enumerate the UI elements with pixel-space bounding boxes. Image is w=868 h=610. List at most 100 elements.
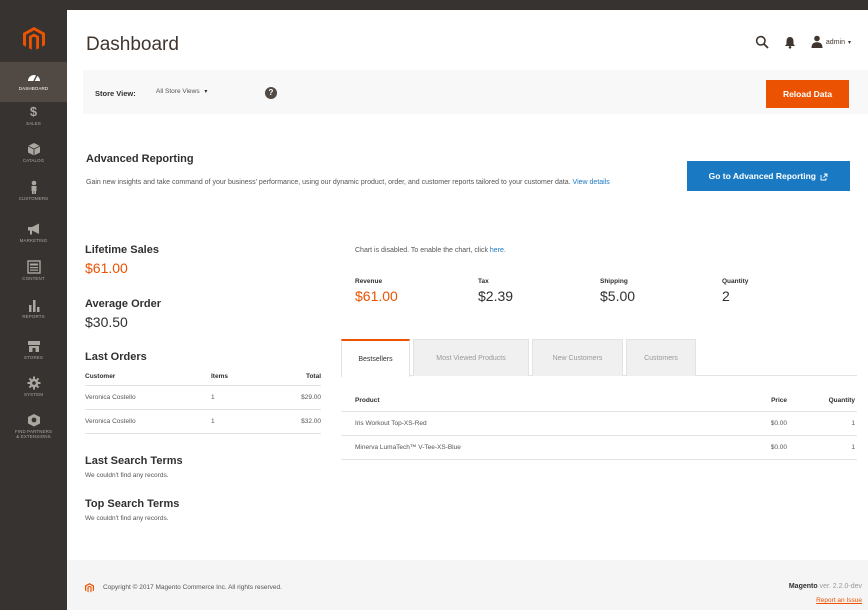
user-icon[interactable]	[811, 35, 823, 49]
total-shipping: Shipping $5.00	[600, 278, 635, 304]
reload-data-button[interactable]: Reload Data	[766, 80, 849, 108]
page-title: Dashboard	[86, 34, 179, 55]
column-header-total: Total	[281, 368, 321, 386]
chart-disabled-message: Chart is disabled. To enable the chart, …	[355, 247, 506, 254]
order-total: $29.00	[281, 385, 321, 410]
order-items: 1	[211, 385, 281, 410]
sidebar-item-label: DASHBOARD	[18, 86, 49, 91]
table-row[interactable]: Veronica Costello 1 $29.00	[85, 385, 321, 410]
last-orders-title: Last Orders	[85, 351, 147, 363]
bestsellers-table: Product Price Quantity Iris Workout Top-…	[341, 391, 857, 460]
average-order-label: Average Order	[85, 298, 162, 310]
sidebar-item-system[interactable]: SYSTEM	[0, 376, 67, 416]
view-details-link[interactable]: View details	[573, 179, 610, 186]
order-total: $32.00	[281, 409, 321, 434]
total-label: Tax	[478, 278, 489, 285]
product-quantity: 1	[787, 435, 857, 460]
last-search-terms-title: Last Search Terms	[85, 455, 183, 467]
sidebar-item-label: & EXTENSIONS	[16, 434, 51, 439]
advanced-reporting-button-label: Go to Advanced Reporting	[708, 171, 816, 181]
advanced-reporting-button[interactable]: Go to Advanced Reporting	[687, 161, 850, 191]
tab-new-customers[interactable]: New Customers	[532, 339, 623, 376]
partners-icon	[27, 414, 40, 427]
average-order-value: $30.50	[85, 314, 128, 330]
total-label: Revenue	[355, 278, 383, 285]
dashboard-tabs: Bestsellers Most Viewed Products New Cus…	[341, 339, 857, 377]
top-bar	[0, 0, 868, 10]
sidebar-item-label: SALES	[25, 121, 41, 126]
lifetime-sales-label: Lifetime Sales	[85, 244, 159, 256]
column-header-customer: Customer	[85, 368, 211, 386]
total-tax: Tax $2.39	[478, 278, 513, 304]
store-view-switcher[interactable]: All Store Views ▾	[156, 88, 207, 95]
product-price: $0.00	[727, 411, 787, 436]
sidebar-item-customers[interactable]: CUSTOMERS	[0, 180, 67, 220]
cube-icon	[27, 143, 40, 156]
chevron-down-icon[interactable]: ▾	[848, 39, 851, 46]
sidebar-item-label: CUSTOMERS	[18, 196, 49, 201]
table-row[interactable]: Minerva LumaTech™ V-Tee-XS-Blue $0.00 1	[341, 435, 857, 460]
store-view-label: Store View:	[95, 89, 136, 98]
total-label: Shipping	[600, 278, 628, 285]
sidebar-item-label: SYSTEM	[23, 392, 44, 397]
sidebar-item-reports[interactable]: REPORTS	[0, 298, 67, 338]
store-icon	[27, 341, 40, 352]
person-icon	[31, 180, 36, 194]
version-text: ver. 2.2.0-dev	[819, 583, 862, 590]
dashboard-icon	[27, 74, 40, 82]
product-name: Minerva LumaTech™ V-Tee-XS-Blue	[341, 435, 727, 460]
order-customer: Veronica Costello	[85, 385, 211, 410]
store-view-selected: All Store Views	[156, 88, 200, 95]
tab-bestsellers[interactable]: Bestsellers	[341, 339, 410, 377]
sidebar-item-marketing[interactable]: MARKETING	[0, 222, 67, 262]
magento-logo-icon[interactable]	[23, 27, 45, 51]
product-name: Iris Workout Top-XS-Red	[341, 411, 727, 436]
magento-version: Magento ver. 2.2.0-dev	[789, 583, 862, 590]
table-row[interactable]: Iris Workout Top-XS-Red $0.00 1	[341, 411, 857, 436]
search-icon[interactable]	[755, 35, 769, 49]
order-items: 1	[211, 409, 281, 434]
page-footer: Copyright © 2017 Magento Commerce Inc. A…	[67, 560, 868, 610]
layout-icon	[26, 260, 41, 274]
sidebar-item-label: MARKETING	[19, 238, 48, 243]
main-content: Dashboard admin ▾ Store View: All Store …	[67, 10, 868, 610]
sidebar-item-label: CONTENT	[22, 276, 45, 281]
sidebar-item-content[interactable]: CONTENT	[0, 260, 67, 300]
sidebar-item-catalog[interactable]: CATALOG	[0, 142, 67, 182]
external-link-icon	[820, 173, 828, 181]
store-view-bar: Store View: All Store Views ▾ ?	[83, 70, 868, 114]
sidebar-item-label: REPORTS	[22, 314, 45, 319]
admin-user-label[interactable]: admin	[826, 39, 845, 46]
enable-chart-link[interactable]: here.	[490, 247, 506, 254]
sidebar-item-label: STORES	[23, 355, 44, 360]
total-value: 2	[722, 288, 730, 304]
column-header-price: Price	[727, 391, 787, 412]
brand-name: Magento	[788, 583, 818, 590]
bell-icon[interactable]	[783, 35, 797, 49]
product-price: $0.00	[727, 435, 787, 460]
report-issue-link[interactable]: Report an Issue	[816, 597, 862, 604]
bar-chart-icon	[28, 300, 39, 312]
gear-icon	[27, 376, 40, 390]
table-row[interactable]: Veronica Costello 1 $32.00	[85, 409, 321, 434]
total-value: $61.00	[355, 288, 398, 304]
help-icon[interactable]: ?	[265, 87, 277, 99]
total-revenue: Revenue $61.00	[355, 278, 398, 304]
table-header-row: Customer Items Total	[85, 368, 321, 386]
copyright-text: Copyright © 2017 Magento Commerce Inc. A…	[103, 584, 282, 591]
total-value: $5.00	[600, 288, 636, 304]
sidebar-item-dashboard[interactable]: DASHBOARD	[0, 62, 67, 102]
tab-most-viewed-products[interactable]: Most Viewed Products	[413, 339, 529, 376]
top-search-terms-title: Top Search Terms	[85, 498, 180, 510]
tab-customers[interactable]: Customers	[626, 339, 696, 376]
product-quantity: 1	[787, 411, 857, 436]
sidebar-item-find-partners[interactable]: FIND PARTNERS & EXTENSIONS	[0, 413, 67, 463]
sidebar-item-sales[interactable]: $ SALES	[0, 105, 67, 145]
lifetime-sales-value: $61.00	[85, 260, 128, 276]
chevron-down-icon: ▾	[204, 89, 208, 95]
column-header-quantity: Quantity	[787, 391, 857, 412]
sidebar-item-label: CATALOG	[22, 158, 45, 163]
table-header-row: Product Price Quantity	[341, 391, 857, 412]
sidebar-item-stores[interactable]: STORES	[0, 339, 67, 379]
dollar-icon: $	[29, 104, 38, 119]
